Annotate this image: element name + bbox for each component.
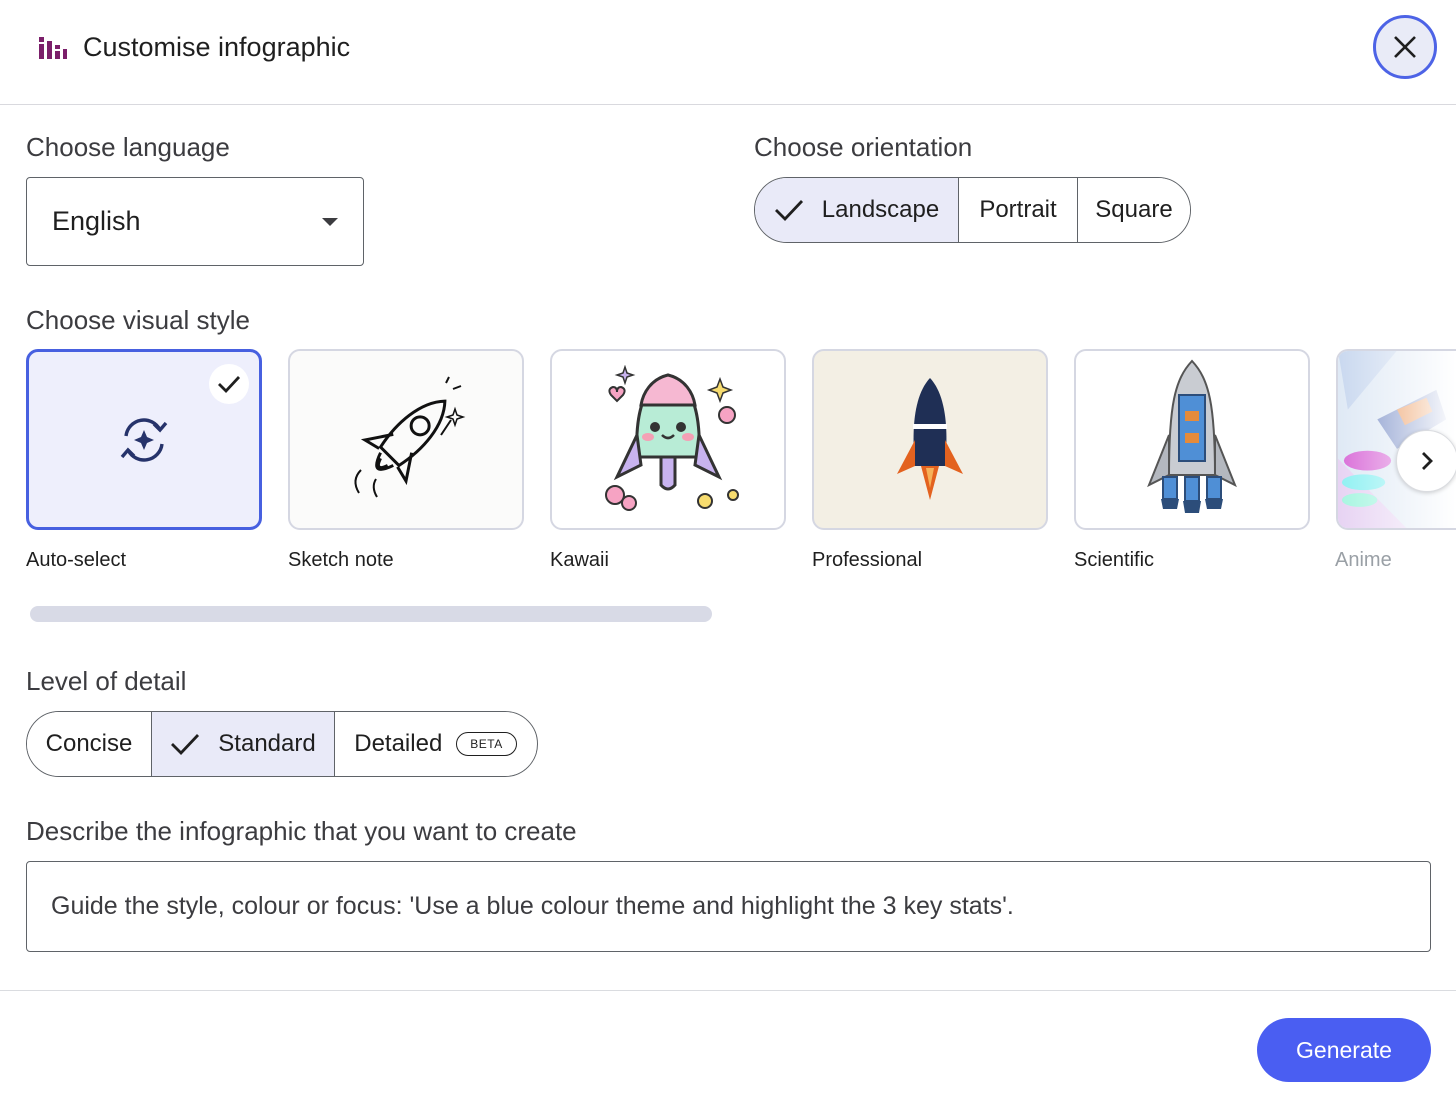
dialog-header: Customise infographic — [0, 0, 1456, 105]
orientation-label: Choose orientation — [754, 132, 973, 162]
detail-option-standard[interactable]: Standard — [152, 712, 335, 776]
scientific-rocket-icon — [1076, 351, 1308, 528]
chevron-right-icon — [1422, 452, 1433, 470]
describe-field[interactable] — [26, 861, 1431, 952]
style-card-kawaii[interactable] — [550, 349, 786, 530]
detail-option-detailed[interactable]: Detailed BETA — [335, 712, 536, 776]
orientation-option-portrait[interactable]: Portrait — [959, 178, 1078, 242]
dialog-title: Customise infographic — [83, 32, 351, 62]
footer-divider — [0, 990, 1456, 991]
style-card-scientific[interactable] — [1074, 349, 1310, 530]
detail-label-detailed: Detailed — [354, 730, 443, 757]
close-button[interactable] — [1373, 15, 1437, 79]
orientation-label-landscape: Landscape — [821, 196, 940, 223]
orientation-label-square: Square — [1095, 196, 1173, 223]
describe-input[interactable] — [51, 892, 1430, 921]
check-icon — [774, 198, 804, 222]
orientation-toggle: Landscape Portrait Square — [754, 177, 1191, 243]
orientation-label-portrait: Portrait — [979, 196, 1057, 223]
style-label-kawaii: Kawaii — [550, 549, 609, 571]
close-icon — [1394, 36, 1416, 58]
professional-rocket-icon — [814, 351, 1046, 528]
detail-label-concise: Concise — [45, 730, 133, 757]
language-select[interactable]: English — [26, 177, 364, 266]
orientation-option-landscape[interactable]: Landscape — [755, 178, 959, 242]
style-label-sketch-note: Sketch note — [288, 549, 394, 571]
check-icon — [170, 732, 200, 756]
beta-badge: BETA — [456, 732, 517, 756]
selected-check-icon — [209, 364, 249, 404]
style-card-professional[interactable] — [812, 349, 1048, 530]
kawaii-rocket-icon — [552, 351, 784, 528]
horizontal-scrollbar[interactable] — [30, 606, 712, 622]
scroll-next-button[interactable] — [1396, 430, 1456, 492]
style-card-auto-select[interactable] — [26, 349, 262, 530]
style-label-professional: Professional — [812, 549, 923, 571]
detail-label: Level of detail — [26, 666, 187, 696]
style-label-anime: Anime — [1335, 549, 1392, 571]
detail-toggle: Concise Standard Detailed BETA — [26, 711, 538, 777]
style-card-sketch-note[interactable] — [288, 349, 524, 530]
style-label-scientific: Scientific — [1074, 549, 1155, 571]
language-value: English — [52, 206, 141, 236]
style-label-auto-select: Auto-select — [26, 549, 127, 571]
dropdown-caret-icon — [322, 218, 338, 226]
orientation-option-square[interactable]: Square — [1078, 178, 1190, 242]
detail-label-standard: Standard — [218, 730, 316, 757]
sketch-rocket-icon — [290, 351, 522, 528]
describe-label: Describe the infographic that you want t… — [26, 816, 577, 846]
generate-button[interactable]: Generate — [1257, 1018, 1431, 1082]
visual-style-label: Choose visual style — [26, 305, 250, 335]
detail-option-concise[interactable]: Concise — [27, 712, 152, 776]
language-label: Choose language — [26, 132, 230, 162]
bar-chart-icon — [39, 37, 67, 59]
